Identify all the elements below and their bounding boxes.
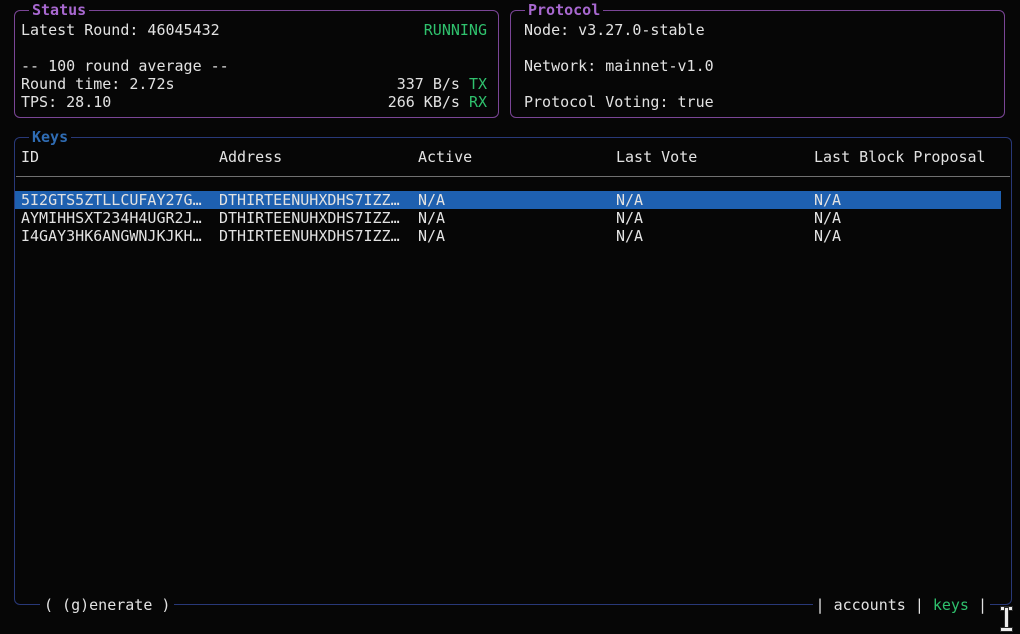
cell-last-vote: N/A bbox=[616, 191, 814, 209]
protocol-row-blank-2 bbox=[524, 75, 992, 93]
protocol-row-voting: Protocol Voting: true bbox=[524, 93, 992, 111]
protocol-voting-text: Protocol Voting: true bbox=[524, 93, 714, 111]
generate-button[interactable]: ( (g)enerate ) bbox=[40, 596, 174, 614]
cell-id: I4GAY3HK6ANGWNJKJKH… bbox=[21, 227, 219, 245]
keys-table-header: ID Address Active Last Vote Last Block P… bbox=[15, 148, 1011, 166]
latest-round-text: Latest Round: 46045432 bbox=[21, 21, 220, 39]
tab-keys[interactable]: keys bbox=[933, 596, 969, 614]
node-version-text: Node: v3.27.0-stable bbox=[524, 21, 705, 39]
tab-separator: | bbox=[915, 596, 924, 614]
tab-accounts[interactable]: accounts bbox=[834, 596, 906, 614]
column-header-active: Active bbox=[418, 148, 616, 166]
column-header-last-block-proposal: Last Block Proposal bbox=[814, 148, 1011, 166]
tab-separator: | bbox=[816, 596, 825, 614]
view-tabs: | accounts | keys | bbox=[813, 596, 990, 614]
keys-panel-title: Keys bbox=[29, 128, 71, 146]
table-row[interactable]: AYMIHHSXT234H4UGR2J… DTHIRTEENUHXDHS7IZZ… bbox=[15, 209, 1011, 227]
cell-id: 5I2GTS5ZTLLCUFAY27G… bbox=[21, 191, 219, 209]
tx-rate: 337 B/s TX bbox=[397, 75, 487, 93]
status-row-average-header: -- 100 round average -- bbox=[21, 57, 487, 75]
status-rows: Latest Round: 46045432 RUNNING -- 100 ro… bbox=[15, 11, 498, 111]
keys-panel: Keys ID Address Active Last Vote Last Bl… bbox=[14, 137, 1012, 605]
cell-active: N/A bbox=[418, 227, 616, 245]
status-row-blank bbox=[21, 39, 487, 57]
protocol-row-network: Network: mainnet-v1.0 bbox=[524, 57, 992, 75]
table-row[interactable]: 5I2GTS5ZTLLCUFAY27G… DTHIRTEENUHXDHS7IZZ… bbox=[15, 191, 1001, 209]
protocol-panel-title: Protocol bbox=[525, 1, 603, 19]
protocol-row-blank-1 bbox=[524, 39, 992, 57]
column-header-last-vote: Last Vote bbox=[616, 148, 814, 166]
cell-last-block-proposal: N/A bbox=[814, 191, 1001, 209]
rx-rate-value: 266 KB/s bbox=[388, 93, 460, 111]
header-separator-line bbox=[16, 176, 1010, 177]
network-text: Network: mainnet-v1.0 bbox=[524, 57, 714, 75]
table-row[interactable]: I4GAY3HK6ANGWNJKJKH… DTHIRTEENUHXDHS7IZZ… bbox=[15, 227, 1011, 245]
cell-last-vote: N/A bbox=[616, 227, 814, 245]
status-row-latest-round: Latest Round: 46045432 RUNNING bbox=[21, 21, 487, 39]
cell-address: DTHIRTEENUHXDHS7IZZ… bbox=[219, 209, 418, 227]
status-panel-title: Status bbox=[29, 1, 89, 19]
tx-rate-value: 337 B/s bbox=[397, 75, 460, 93]
status-panel: Status Latest Round: 46045432 RUNNING --… bbox=[14, 10, 499, 118]
column-header-address: Address bbox=[219, 148, 418, 166]
keys-table-body: 5I2GTS5ZTLLCUFAY27G… DTHIRTEENUHXDHS7IZZ… bbox=[15, 191, 1011, 245]
protocol-rows: Node: v3.27.0-stable Network: mainnet-v1… bbox=[511, 11, 1004, 111]
protocol-row-node: Node: v3.27.0-stable bbox=[524, 21, 992, 39]
rx-rate-unit: RX bbox=[469, 93, 487, 111]
tab-separator: | bbox=[978, 596, 987, 614]
node-state-badge: RUNNING bbox=[424, 21, 487, 39]
status-row-round-time: Round time: 2.72s 337 B/s TX bbox=[21, 75, 487, 93]
tps-text: TPS: 28.10 bbox=[21, 93, 111, 111]
round-time-text: Round time: 2.72s bbox=[21, 75, 175, 93]
cell-last-block-proposal: N/A bbox=[814, 227, 1011, 245]
cell-last-block-proposal: N/A bbox=[814, 209, 1011, 227]
cell-address: DTHIRTEENUHXDHS7IZZ… bbox=[219, 227, 418, 245]
protocol-panel: Protocol Node: v3.27.0-stable Network: m… bbox=[510, 10, 1005, 118]
cell-active: N/A bbox=[418, 191, 616, 209]
cell-id: AYMIHHSXT234H4UGR2J… bbox=[21, 209, 219, 227]
ibeam-mouse-cursor bbox=[1000, 607, 1013, 631]
cell-active: N/A bbox=[418, 209, 616, 227]
cell-address: DTHIRTEENUHXDHS7IZZ… bbox=[219, 191, 418, 209]
average-header-text: -- 100 round average -- bbox=[21, 57, 229, 75]
tx-rate-unit: TX bbox=[469, 75, 487, 93]
cell-last-vote: N/A bbox=[616, 209, 814, 227]
status-row-tps: TPS: 28.10 266 KB/s RX bbox=[21, 93, 487, 111]
column-header-id: ID bbox=[21, 148, 219, 166]
rx-rate: 266 KB/s RX bbox=[388, 93, 487, 111]
terminal-screen: Status Latest Round: 46045432 RUNNING --… bbox=[0, 0, 1020, 634]
